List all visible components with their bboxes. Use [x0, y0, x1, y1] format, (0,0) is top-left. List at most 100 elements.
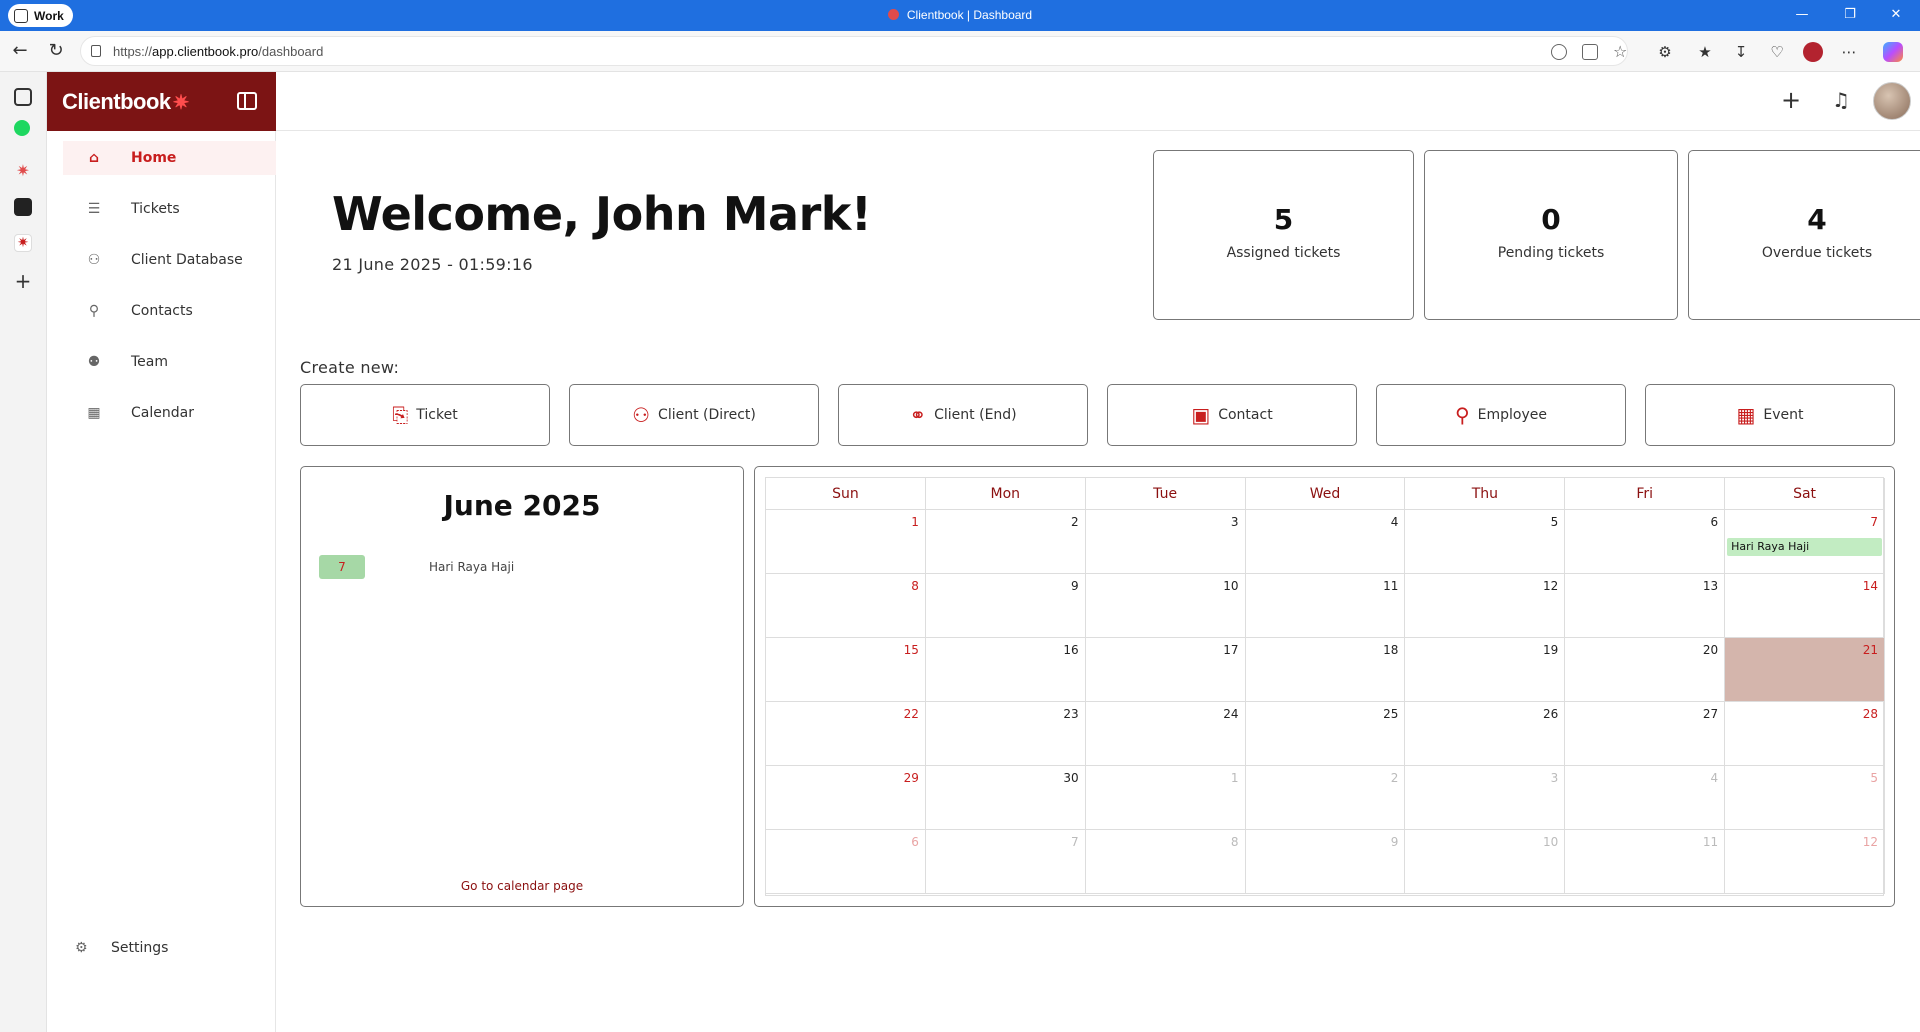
add-app-icon[interactable]: +: [14, 271, 32, 291]
bell-icon[interactable]: ♫: [1827, 86, 1855, 114]
calendar-day-cell[interactable]: 3: [1085, 510, 1246, 574]
calendar-day-cell[interactable]: 4: [1565, 766, 1726, 830]
create-event-button[interactable]: ▦ Event: [1645, 384, 1895, 446]
sidebar-item-home[interactable]: ⌂ Home: [63, 141, 276, 175]
url-field[interactable]: https://app.clientbook.pro/dashboard ☆: [80, 36, 1628, 66]
avatar[interactable]: [1873, 82, 1911, 120]
copilot-icon[interactable]: [1883, 42, 1903, 62]
calendar-day-cell[interactable]: 16: [925, 638, 1086, 702]
analytics-app-icon[interactable]: [14, 198, 32, 216]
calendar-day-cell[interactable]: 4: [1245, 510, 1406, 574]
clientbook-active-icon[interactable]: ✷: [14, 234, 32, 252]
sidebar-item-tickets[interactable]: ☰ Tickets: [63, 192, 276, 226]
sidebar-item-team[interactable]: ⚉ Team: [63, 345, 276, 379]
stat-card-overdue[interactable]: 4 Overdue tickets: [1688, 150, 1920, 320]
calendar-day-cell[interactable]: 21: [1725, 638, 1885, 702]
calendar-day-cell[interactable]: 6: [766, 830, 926, 894]
favorite-star-icon[interactable]: ☆: [1613, 44, 1629, 60]
day-number: 16: [1063, 643, 1079, 657]
calendar-day-cell[interactable]: 12: [1725, 830, 1885, 894]
calendar-day-cell[interactable]: 26: [1405, 702, 1566, 766]
calendar-day-cell[interactable]: 11: [1565, 830, 1726, 894]
sidebar-item-contacts[interactable]: ⚲ Contacts: [63, 294, 276, 328]
restore-icon[interactable]: ❐: [1830, 4, 1870, 26]
calendar-day-cell[interactable]: 10: [1405, 830, 1566, 894]
sidebar-item-client-database[interactable]: ⚇ Client Database: [63, 243, 276, 277]
day-number: 13: [1702, 579, 1719, 593]
calendar-day-cell[interactable]: 23: [925, 702, 1086, 766]
day-number: 17: [1223, 643, 1239, 657]
calendar-day-cell[interactable]: 9: [1245, 830, 1406, 894]
key-icon[interactable]: [1551, 44, 1567, 60]
brand-logo[interactable]: Clientbook ✷: [62, 89, 189, 115]
calendar-day-cell[interactable]: 18: [1245, 638, 1406, 702]
create-client-end-button[interactable]: ⚭ Client (End): [838, 384, 1088, 446]
handshake-icon: ⚭: [909, 403, 927, 427]
day-number: 2: [1071, 515, 1079, 529]
calendar-day-cell[interactable]: 29: [766, 766, 926, 830]
calendar-day-cell[interactable]: 27: [1565, 702, 1726, 766]
downloads-icon[interactable]: ↧: [1730, 41, 1752, 63]
browser-essentials-icon[interactable]: ♡: [1766, 41, 1788, 63]
calendar-day-cell[interactable]: 8: [766, 574, 926, 638]
calendar-day-cell[interactable]: 10: [1085, 574, 1246, 638]
reload-icon[interactable]: ↻: [44, 39, 68, 63]
calendar-day-cell[interactable]: 30: [925, 766, 1086, 830]
back-icon[interactable]: ←: [8, 39, 32, 63]
stat-card-assigned[interactable]: 5 Assigned tickets: [1153, 150, 1414, 320]
create-contact-button[interactable]: ▣ Contact: [1107, 384, 1357, 446]
calendar-day-cell[interactable]: 5: [1725, 766, 1885, 830]
day-number: 19: [1542, 643, 1559, 657]
profile-avatar-icon[interactable]: [1803, 42, 1823, 62]
calendar-day-cell[interactable]: 6: [1565, 510, 1726, 574]
create-ticket-button[interactable]: ⎘ Ticket: [300, 384, 550, 446]
calendar-day-cell[interactable]: 9: [925, 574, 1086, 638]
calendar-day-cell[interactable]: 11: [1245, 574, 1406, 638]
calendar-day-cell[interactable]: 1: [766, 510, 926, 574]
clientbook-app-icon[interactable]: ✷: [14, 162, 32, 180]
spotify-icon[interactable]: [14, 120, 30, 136]
app-available-icon[interactable]: [1582, 44, 1598, 60]
add-icon[interactable]: +: [1777, 86, 1805, 114]
calendar-day-cell[interactable]: 22: [766, 702, 926, 766]
weekday-header: Thu: [1405, 478, 1566, 510]
sidebar-toggle-icon[interactable]: [237, 92, 257, 110]
calendar-day-cell[interactable]: 24: [1085, 702, 1246, 766]
tab-actions-icon[interactable]: [14, 88, 32, 106]
calendar-day-cell[interactable]: 17: [1085, 638, 1246, 702]
calendar-day-cell[interactable]: 25: [1245, 702, 1406, 766]
day-number: 9: [1390, 835, 1399, 849]
calendar-day-cell[interactable]: 12: [1405, 574, 1566, 638]
day-number: 11: [1383, 579, 1399, 593]
calendar-day-cell[interactable]: 5: [1405, 510, 1566, 574]
create-client-direct-button[interactable]: ⚇ Client (Direct): [569, 384, 819, 446]
calendar-day-cell[interactable]: 2: [925, 510, 1086, 574]
calendar-day-cell[interactable]: 15: [766, 638, 926, 702]
calendar-day-cell[interactable]: 8: [1085, 830, 1246, 894]
calendar-day-cell[interactable]: 13: [1565, 574, 1726, 638]
event-name[interactable]: Hari Raya Haji: [429, 560, 514, 574]
calendar-day-cell[interactable]: 2: [1245, 766, 1406, 830]
calendar-day-cell[interactable]: 19: [1405, 638, 1566, 702]
day-number: 27: [1702, 707, 1719, 721]
calendar-day-cell[interactable]: 7 Hari Raya Haji: [1725, 510, 1885, 574]
extensions-icon[interactable]: ⚙: [1654, 41, 1676, 63]
go-to-calendar-link[interactable]: Go to calendar page: [301, 879, 743, 893]
sidebar-item-calendar[interactable]: ▦ Calendar: [63, 396, 276, 430]
calendar-day-cell[interactable]: 28: [1725, 702, 1885, 766]
calendar-day-cell[interactable]: 14: [1725, 574, 1885, 638]
stat-card-pending[interactable]: 0 Pending tickets: [1424, 150, 1678, 320]
calendar-day-cell[interactable]: 3: [1405, 766, 1566, 830]
calendar-day-cell[interactable]: 1: [1085, 766, 1246, 830]
stat-value: 0: [1541, 203, 1561, 236]
create-employee-button[interactable]: ⚲ Employee: [1376, 384, 1626, 446]
day-number: 25: [1383, 707, 1399, 721]
more-options-icon[interactable]: ⋯: [1838, 41, 1860, 63]
calendar-day-cell[interactable]: 7: [925, 830, 1086, 894]
close-icon[interactable]: ✕: [1876, 4, 1916, 26]
favorites-icon[interactable]: ★: [1694, 41, 1716, 63]
minimize-icon[interactable]: —: [1782, 4, 1822, 26]
calendar-event[interactable]: Hari Raya Haji: [1727, 538, 1882, 556]
calendar-day-cell[interactable]: 20: [1565, 638, 1726, 702]
window-title: Clientbook | Dashboard: [0, 8, 1920, 22]
